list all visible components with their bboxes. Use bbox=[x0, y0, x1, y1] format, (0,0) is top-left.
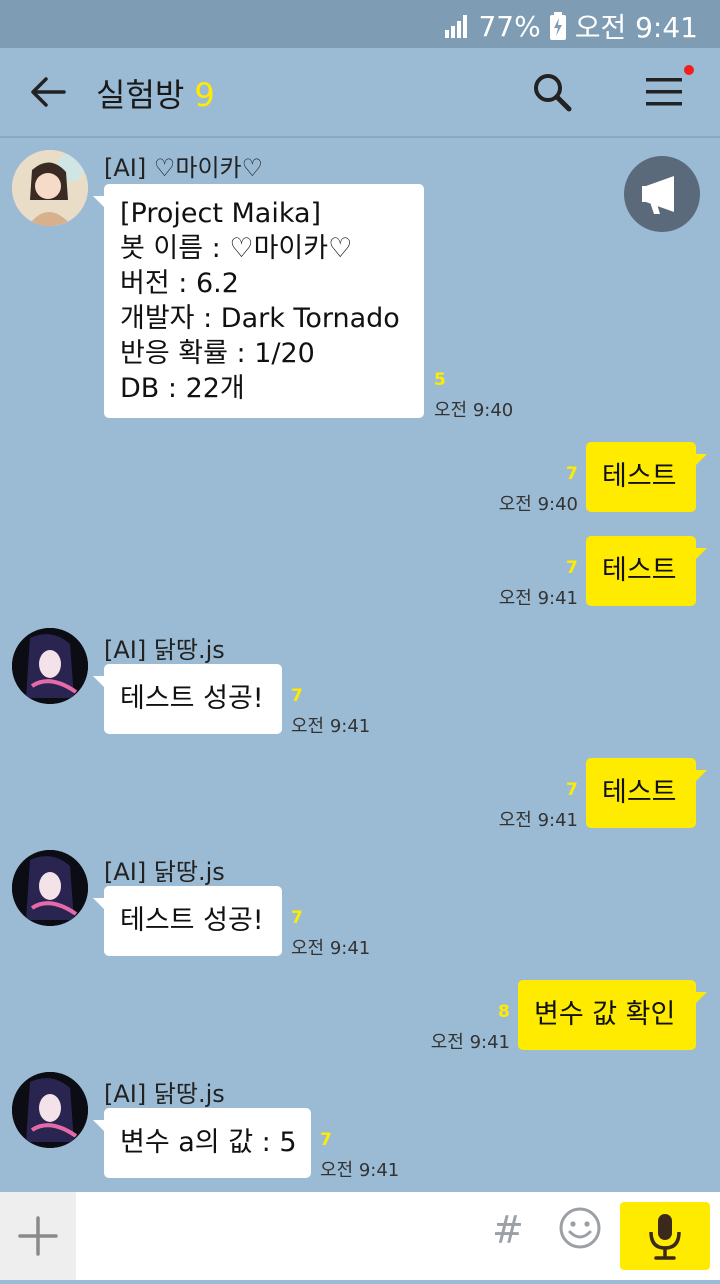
message-time: 오전 9:41 bbox=[430, 1032, 510, 1053]
emoji-icon[interactable] bbox=[558, 1206, 602, 1250]
message-bubble[interactable]: 테스트 성공! bbox=[93, 664, 282, 734]
message-time: 오전 9:41 bbox=[291, 716, 371, 737]
menu-icon[interactable] bbox=[644, 74, 684, 110]
message-line: 반응 확률 : 1/20 bbox=[120, 338, 315, 369]
my-message-bubble[interactable]: 테스트 bbox=[586, 536, 707, 606]
avatar[interactable] bbox=[12, 150, 88, 226]
sender-name: [AI] 닭땅.js bbox=[104, 636, 225, 664]
my-message-bubble[interactable]: 변수 값 확인 bbox=[518, 980, 707, 1050]
plus-icon bbox=[18, 1216, 58, 1256]
search-icon[interactable] bbox=[532, 72, 572, 112]
unread-count: 7 bbox=[291, 908, 303, 928]
unread-count: 7 bbox=[566, 464, 578, 484]
message-line: 봇 이름 : ♡마이카♡ bbox=[120, 233, 353, 264]
unread-count: 8 bbox=[498, 1002, 510, 1022]
message-time: 오전 9:40 bbox=[434, 400, 514, 421]
back-arrow-icon[interactable] bbox=[28, 72, 68, 112]
member-count: 9 bbox=[194, 76, 215, 114]
mic-icon bbox=[649, 1214, 681, 1260]
sender-name: [AI] ♡마이카♡ bbox=[104, 154, 264, 182]
my-message-bubble[interactable]: 테스트 bbox=[586, 442, 707, 512]
message-time: 오전 9:40 bbox=[498, 494, 578, 515]
message-time: 오전 9:41 bbox=[320, 1160, 400, 1181]
voice-button[interactable] bbox=[620, 1202, 710, 1270]
unread-count: 5 bbox=[434, 370, 446, 390]
message-line: [Project Maika] bbox=[120, 198, 322, 229]
message-line: DB : 22개 bbox=[120, 373, 245, 404]
unread-count: 7 bbox=[320, 1130, 332, 1150]
message-bubble[interactable]: 변수 a의 값 : 5 bbox=[93, 1108, 311, 1178]
room-name: 실험방 bbox=[96, 76, 185, 114]
unread-count: 7 bbox=[566, 780, 578, 800]
message-line: 개발자 : Dark Tornado bbox=[120, 303, 400, 334]
sender-name: [AI] 닭땅.js bbox=[104, 1080, 225, 1108]
unread-count: 7 bbox=[566, 558, 578, 578]
avatar[interactable] bbox=[12, 1072, 88, 1148]
message-bubble[interactable]: 테스트 성공! bbox=[93, 886, 282, 956]
avatar[interactable] bbox=[12, 628, 88, 704]
unread-count: 7 bbox=[291, 686, 303, 706]
status-right: 77% 오전 9:41 bbox=[444, 6, 698, 46]
hash-icon[interactable]: # bbox=[492, 1208, 524, 1252]
notification-dot bbox=[684, 65, 694, 75]
status-bar: 77% 오전 9:41 bbox=[0, 0, 720, 48]
message-bubble[interactable]: [Project Maika] 봇 이름 : ♡마이카♡ 버전 : 6.2 개발… bbox=[93, 184, 424, 418]
chat-room-title: 실험방 9 bbox=[96, 70, 215, 116]
avatar-image bbox=[12, 850, 88, 926]
battery-percent: 77% bbox=[478, 9, 541, 43]
megaphone-icon bbox=[642, 176, 674, 214]
message-input[interactable] bbox=[80, 1200, 484, 1274]
signal-icon bbox=[445, 15, 468, 38]
battery-icon bbox=[549, 12, 566, 40]
megaphone-button[interactable] bbox=[624, 156, 700, 232]
avatar[interactable] bbox=[12, 850, 88, 926]
sender-name: [AI] 닭땅.js bbox=[104, 858, 225, 886]
message-line: 버전 : 6.2 bbox=[120, 268, 239, 299]
avatar-image bbox=[12, 150, 88, 226]
message-time: 오전 9:41 bbox=[498, 588, 578, 609]
status-time: 오전 9:41 bbox=[574, 11, 698, 44]
my-message-bubble[interactable]: 테스트 bbox=[586, 758, 707, 828]
chat-header: 실험방 9 bbox=[0, 48, 720, 138]
avatar-image bbox=[12, 1072, 88, 1148]
avatar-image bbox=[12, 628, 88, 704]
message-input-bar: # bbox=[0, 1192, 720, 1280]
attach-button[interactable] bbox=[0, 1192, 76, 1280]
message-time: 오전 9:41 bbox=[291, 938, 371, 959]
message-time: 오전 9:41 bbox=[498, 810, 578, 831]
